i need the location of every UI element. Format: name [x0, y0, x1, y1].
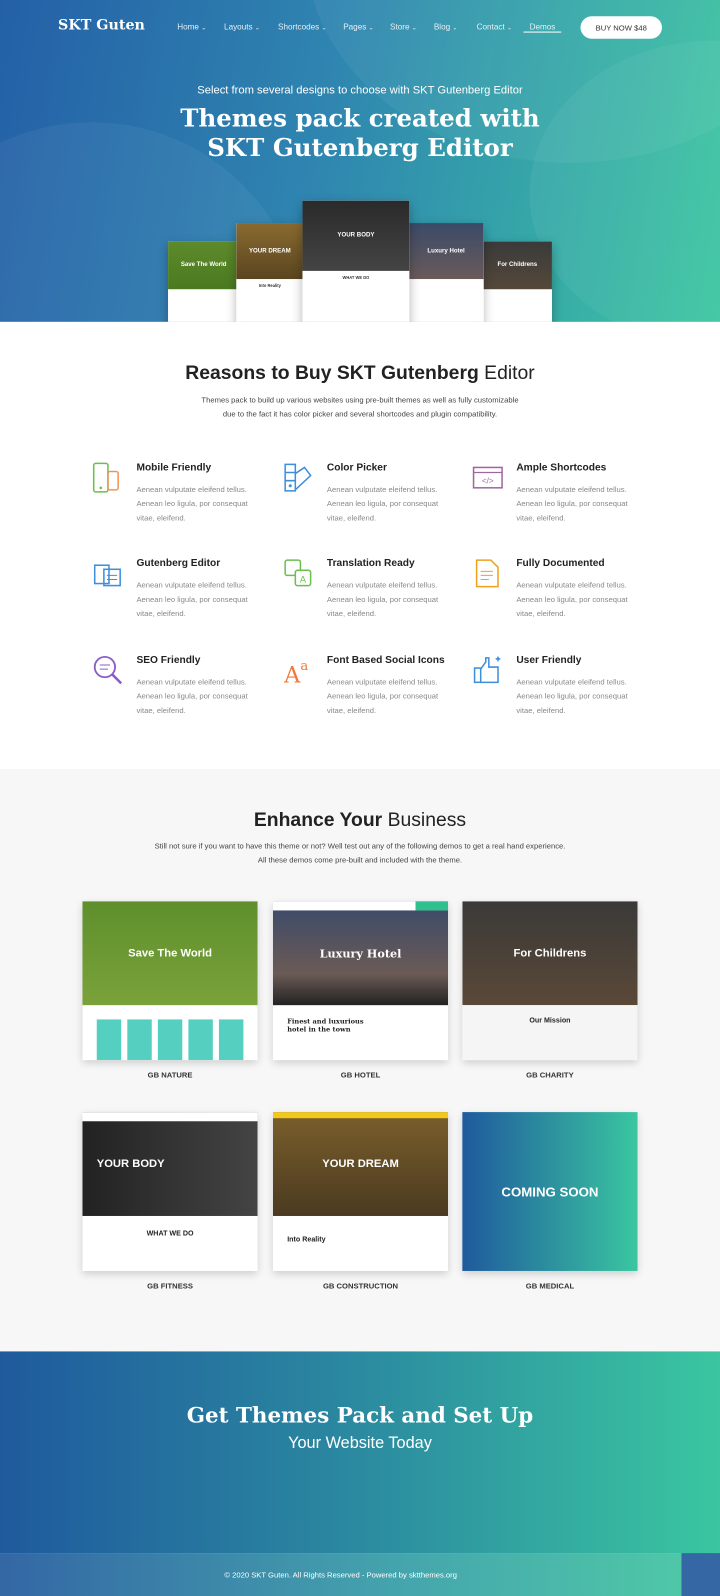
hero-title: Themes pack created with SKT Gutenberg Ed… [180, 102, 540, 162]
business-description: Still not sure if you want to have this … [154, 841, 566, 865]
nav-item-shortcodes[interactable]: Shortcodes ⌄ [278, 22, 326, 31]
demo-label[interactable]: GB HOTEL [273, 1070, 448, 1079]
font-icon: Aa [283, 659, 308, 686]
code-icon: </> [472, 466, 503, 489]
demo-label[interactable]: GB FITNESS [82, 1281, 257, 1290]
nav-item-demos[interactable]: Demos [523, 22, 562, 33]
nav-item-layouts[interactable]: Layouts ⌄ [224, 22, 260, 31]
feature-title: Font Based Social Icons [326, 654, 445, 667]
demo-card-medical[interactable]: COMING SOON [462, 1112, 638, 1271]
hero-header: SKT Guten Home ⌄ Layouts ⌄ Shortcodes ⌄ Pag… [0, 0, 720, 322]
chevron-down-icon: ⌄ [452, 25, 458, 32]
feature-title: SEO Friendly [136, 654, 201, 667]
demo-body-text: Our Mission [462, 1005, 638, 1061]
mockup-hotel: Luxury Hotel [408, 223, 484, 322]
feature-title: Ample Shortcodes [516, 462, 607, 474]
cta-title: Get Themes Pack and Set Up [186, 1402, 534, 1428]
mobile-icon [92, 462, 119, 493]
feature-title: Color Picker [326, 462, 387, 474]
editor-icon [93, 564, 121, 587]
feature-description: Aenean vulputate eleifend tellus. Aenean… [516, 677, 628, 715]
demo-card-nature[interactable]: Save The World [82, 901, 258, 1061]
feature-description: Aenean vulputate eleifend tellus. Aenean… [326, 484, 439, 523]
chevron-down-icon: ⌄ [411, 25, 417, 32]
feature-title: Gutenberg Editor [136, 558, 221, 570]
buy-now-button[interactable]: BUY NOW $48 [580, 16, 662, 39]
reasons-title: Reasons to Buy SKT Gutenberg Editor [185, 362, 535, 384]
demo-heading: YOUR BODY [96, 1157, 165, 1171]
feature-description: Aenean vulputate eleifend tellus. Aenean… [136, 677, 248, 715]
mockup-nature: Save The World [168, 241, 240, 322]
demo-body-text: WHAT WE DO [146, 1230, 194, 1238]
feature-description: Aenean vulputate eleifend tellus. Aenean… [136, 484, 248, 523]
chevron-down-icon: ⌄ [368, 25, 374, 32]
site-logo[interactable]: SKT Guten [58, 17, 145, 33]
footer: © 2020 SKT Guten. All Rights Reserved - … [0, 1553, 682, 1596]
mockup-fitness: YOUR BODY WHAT WE DO [302, 200, 410, 322]
demo-label[interactable]: GB MEDICAL [462, 1281, 637, 1290]
svg-text:a: a [300, 659, 308, 674]
demo-body-text: Into Reality [287, 1236, 326, 1244]
feature-description: Aenean vulputate eleifend tellus. Aenean… [326, 677, 439, 715]
chevron-down-icon: ⌄ [200, 25, 207, 32]
feature-title: Translation Ready [326, 558, 415, 570]
hero-subtitle: Select from several designs to choose wi… [197, 84, 523, 97]
demo-heading: YOUR DREAM [322, 1157, 399, 1171]
coming-soon-text: COMING SOON [501, 1183, 599, 1200]
chevron-down-icon: ⌄ [321, 25, 327, 32]
translation-icon: A [284, 559, 312, 587]
feature-title: User Friendly [516, 654, 582, 667]
demo-card-charity[interactable]: For Childrens Our Mission [462, 901, 638, 1061]
svg-text:</>: </> [482, 477, 494, 486]
nav-item-contact[interactable]: Contact ⌄ [477, 22, 512, 31]
feature-description: Aenean vulputate eleifend tellus. Aenean… [516, 580, 628, 619]
seo-search-icon [93, 655, 123, 685]
mockup-charity: For Childrens [482, 241, 552, 322]
feature-description: Aenean vulputate eleifend tellus. Aenean… [326, 580, 439, 619]
demo-label[interactable]: GB NATURE [82, 1070, 257, 1079]
cta-subtitle: Your Website Today [288, 1434, 432, 1453]
demo-heading: For Childrens [513, 947, 587, 960]
feature-description: Aenean vulputate eleifend tellus. Aenean… [516, 484, 628, 523]
svg-text:A: A [300, 575, 307, 585]
nav-item-store[interactable]: Store ⌄ [390, 22, 417, 31]
cta-section: Get Themes Pack and Set Up Your Website … [0, 1351, 720, 1554]
mockup-construction: YOUR DREAM Into Reality [236, 223, 304, 322]
demo-card-construction[interactable]: YOUR DREAM Into Reality [272, 1112, 449, 1271]
business-title: Enhance Your Business [253, 809, 467, 832]
nav-item-pages[interactable]: Pages ⌄ [343, 22, 373, 31]
scroll-to-top-button[interactable] [681, 1553, 720, 1596]
demo-card-fitness[interactable]: YOUR BODY WHAT WE DO [82, 1112, 258, 1271]
demo-card-hotel[interactable]: Luxury Hotel Finest and luxurious hotel … [272, 901, 449, 1061]
demos-section: Enhance Your Business Still not sure if … [0, 768, 720, 1352]
nav-item-home[interactable]: Home ⌄ [177, 22, 206, 31]
demo-label[interactable]: GB CONSTRUCTION [273, 1281, 448, 1290]
nav-item-blog[interactable]: Blog ⌄ [434, 22, 457, 31]
demo-label[interactable]: GB CHARITY [462, 1070, 637, 1079]
svg-text:A: A [283, 662, 301, 686]
reasons-description: Themes pack to build up various websites… [201, 395, 519, 419]
feature-title: Fully Documented [516, 558, 605, 570]
demo-heading: Save The World [128, 947, 212, 960]
chevron-down-icon: ⌄ [254, 25, 260, 32]
page: SKT Guten Home ⌄ Layouts ⌄ Shortcodes ⌄ Pag… [0, 0, 720, 1596]
feature-title: Mobile Friendly [136, 462, 212, 474]
demo-heading: Luxury Hotel [319, 946, 402, 960]
color-picker-icon [284, 463, 312, 492]
thumbs-up-icon [473, 655, 502, 684]
feature-description: Aenean vulputate eleifend tellus. Aenean… [136, 580, 248, 619]
copyright-text: © 2020 SKT Guten. All Rights Reserved - … [224, 1570, 457, 1580]
document-icon [475, 559, 499, 588]
demo-body-text: Finest and luxurious hotel in the town [287, 1017, 364, 1034]
chevron-down-icon: ⌄ [506, 25, 512, 32]
